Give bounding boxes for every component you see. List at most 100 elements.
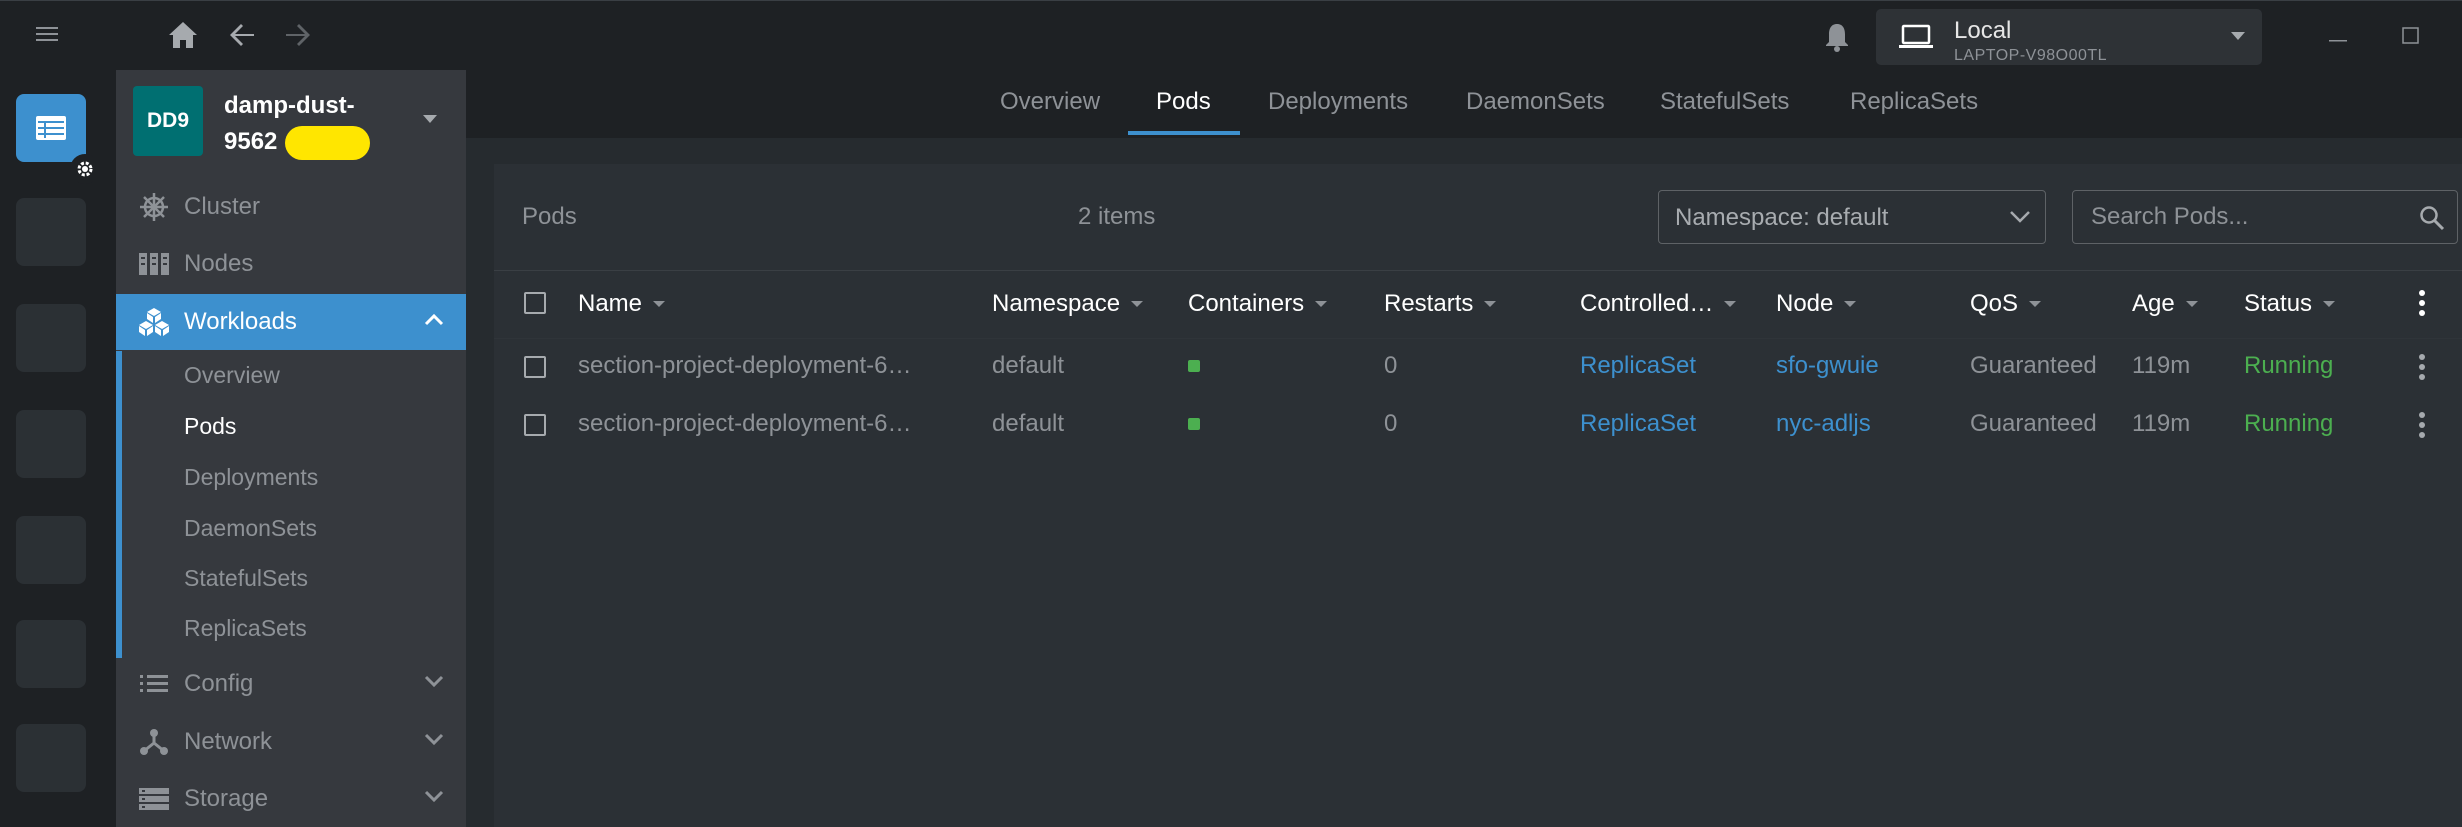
pod-qos: Guaranteed [1970, 352, 2097, 379]
row-menu-kebab-icon[interactable] [2412, 410, 2432, 440]
sort-caret-icon [2185, 301, 2198, 307]
chevron-down-icon [424, 732, 444, 746]
column-header-restarts[interactable]: Restarts [1384, 290, 1497, 318]
home-icon[interactable] [166, 19, 200, 51]
laptop-icon [1898, 23, 1934, 51]
tab-replicasets[interactable]: ReplicaSets [1850, 88, 1978, 116]
sidebar-item-cluster[interactable]: Cluster [116, 179, 466, 235]
row-checkbox[interactable] [524, 356, 546, 378]
pod-namespace: default [992, 352, 1065, 379]
sidebar-subitem-statefulsets[interactable]: StatefulSets [184, 565, 308, 592]
page-title: Pods [522, 203, 577, 230]
sidebar-item-config[interactable]: Config [116, 656, 466, 712]
chevron-down-icon [424, 789, 444, 803]
hotbar-slot[interactable] [16, 620, 86, 688]
tab-statefulsets[interactable]: StatefulSets [1660, 88, 1789, 116]
chevron-down-icon [2009, 208, 2031, 224]
caret-down-icon[interactable] [422, 114, 438, 124]
chevron-up-icon [424, 312, 444, 326]
title-bar: Local LAPTOP-V98O00TL [0, 0, 2462, 70]
column-header-status[interactable]: Status [2244, 290, 2336, 318]
row-menu-kebab-icon[interactable] [2412, 352, 2432, 382]
minimize-icon[interactable] [2326, 25, 2350, 45]
list-icon [136, 670, 172, 698]
maximize-icon[interactable] [2398, 25, 2422, 45]
pod-controlled-by-link[interactable]: ReplicaSet [1580, 352, 1696, 380]
column-header-qos[interactable]: QoS [1970, 290, 2042, 318]
caret-down-icon [2230, 31, 2246, 41]
column-header-age[interactable]: Age [2132, 290, 2199, 318]
helm-wheel-icon [136, 193, 172, 221]
back-arrow-icon[interactable] [226, 19, 258, 51]
table-header-separator [494, 270, 2462, 271]
column-header-node[interactable]: Node [1776, 290, 1857, 318]
pod-qos: Guaranteed [1970, 410, 2097, 437]
sort-caret-icon [1484, 301, 1497, 307]
pod-namespace: default [992, 410, 1065, 437]
sidebar-subitem-deployments[interactable]: Deployments [184, 464, 318, 491]
column-header-namespace[interactable]: Namespace [992, 290, 1144, 318]
column-header-name[interactable]: Name [578, 290, 666, 318]
search-input[interactable] [2073, 191, 2403, 243]
sidebar-subitem-overview[interactable]: Overview [184, 362, 280, 389]
column-header-controlled-by[interactable]: Controlled… [1580, 290, 1737, 318]
tab-overview[interactable]: Overview [1000, 88, 1100, 116]
pod-age: 119m [2132, 352, 2191, 379]
search-icon[interactable] [2419, 205, 2445, 231]
storage-icon [136, 785, 172, 813]
items-count: 2 items [1078, 203, 1156, 230]
search-box [2072, 190, 2458, 244]
cluster-name[interactable]: damp-dust-9562 [224, 88, 404, 160]
sidebar-item-storage[interactable]: Storage [116, 771, 466, 827]
pod-name[interactable]: section-project-deployment-6… [578, 410, 911, 438]
namespace-select[interactable]: Namespace: default [1658, 190, 2046, 244]
tab-daemonsets[interactable]: DaemonSets [1466, 88, 1605, 116]
pod-node-link[interactable]: sfo-gwuie [1776, 352, 1879, 380]
tab-deployments[interactable]: Deployments [1268, 88, 1408, 116]
sort-caret-icon [1315, 301, 1328, 307]
pod-controlled-by-link[interactable]: ReplicaSet [1580, 410, 1696, 438]
active-tab-indicator [1128, 131, 1240, 135]
context-name: Local [1954, 17, 2012, 44]
server-rack-icon [136, 250, 172, 278]
cubes-icon [136, 308, 172, 336]
hotbar-slot[interactable] [16, 516, 86, 584]
select-all-checkbox[interactable] [524, 292, 546, 314]
tabs-bar [466, 70, 2462, 138]
sidebar-item-nodes[interactable]: Nodes [116, 236, 466, 292]
hamburger-menu-icon[interactable] [34, 23, 60, 45]
pod-age: 119m [2132, 410, 2191, 437]
row-checkbox[interactable] [524, 414, 546, 436]
network-icon [136, 728, 172, 756]
hotbar-slot[interactable] [16, 198, 86, 266]
gear-icon[interactable] [70, 154, 100, 184]
sort-caret-icon [2029, 301, 2042, 307]
column-menu-kebab-icon[interactable] [2412, 288, 2432, 318]
cluster-avatar[interactable]: DD9 [133, 86, 203, 156]
hotbar-slot[interactable] [16, 410, 86, 478]
context-selector[interactable]: Local LAPTOP-V98O00TL [1876, 9, 2262, 65]
sort-caret-icon [1724, 301, 1737, 307]
pod-name[interactable]: section-project-deployment-6… [578, 352, 911, 380]
bell-icon[interactable] [1822, 21, 1852, 53]
hotbar-slot[interactable] [16, 304, 86, 372]
table-row-separator [494, 338, 2462, 339]
namespace-select-value: Namespace: default [1675, 204, 1889, 231]
forward-arrow-icon[interactable] [282, 19, 314, 51]
column-header-containers[interactable]: Containers [1188, 290, 1328, 318]
sort-caret-icon [653, 301, 666, 307]
pod-node-link[interactable]: nyc-adljs [1776, 410, 1871, 438]
sidebar-subitem-replicasets[interactable]: ReplicaSets [184, 615, 307, 642]
hotbar-slot[interactable] [16, 724, 86, 792]
redaction-mark [285, 125, 371, 160]
sidebar-subitem-daemonsets[interactable]: DaemonSets [184, 515, 317, 542]
cluster-hotbar-icon[interactable] [16, 94, 86, 162]
sidebar-item-network[interactable]: Network [116, 714, 466, 770]
tab-pods[interactable]: Pods [1156, 88, 1211, 116]
sidebar-item-workloads[interactable]: Workloads [116, 294, 466, 350]
hotbar [0, 70, 116, 827]
sidebar-subitem-pods[interactable]: Pods [184, 413, 236, 440]
pod-status: Running [2244, 352, 2334, 379]
workloads-submenu-rail [116, 351, 122, 658]
pod-restarts: 0 [1384, 410, 1398, 437]
